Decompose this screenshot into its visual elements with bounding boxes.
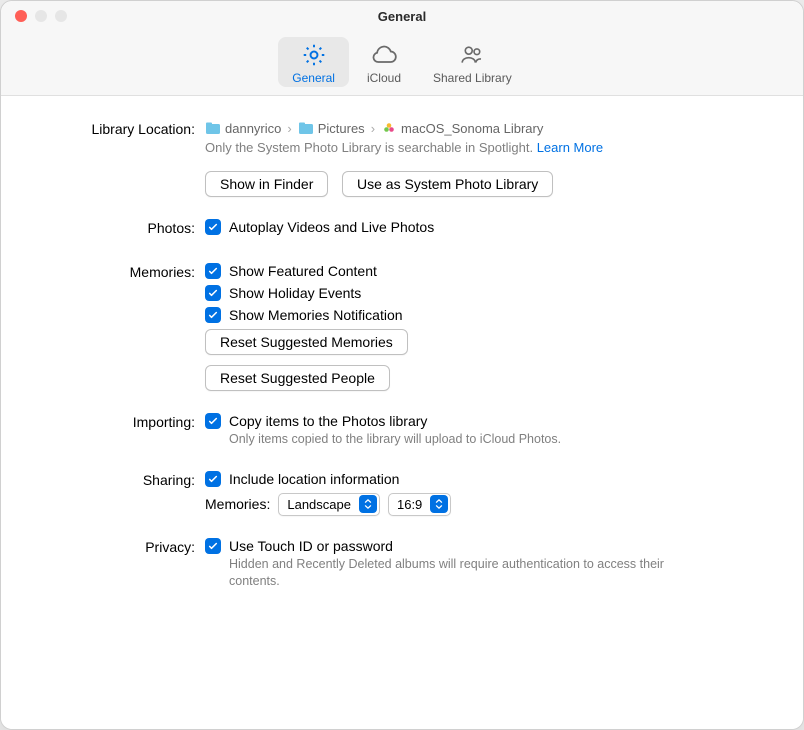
home-folder-icon <box>205 120 221 136</box>
privacy-label: Privacy: <box>37 538 205 591</box>
photos-library-icon <box>381 120 397 136</box>
use-as-system-library-button[interactable]: Use as System Photo Library <box>342 171 553 197</box>
autoplay-label: Autoplay Videos and Live Photos <box>229 219 434 235</box>
chevron-right-icon: › <box>369 121 377 136</box>
privacy-description: Hidden and Recently Deleted albums will … <box>229 556 709 591</box>
importing-label: Importing: <box>37 413 205 449</box>
pictures-folder-icon <box>298 120 314 136</box>
cloud-icon <box>370 41 398 69</box>
minimize-window-button[interactable] <box>35 10 47 22</box>
sharing-memories-label: Memories: <box>205 496 270 512</box>
library-location-label: Library Location: <box>37 120 205 197</box>
breadcrumb-segment-1: Pictures <box>318 121 365 136</box>
section-importing: Importing: Copy items to the Photos libr… <box>37 413 767 449</box>
featured-content-checkbox[interactable] <box>205 263 221 279</box>
copy-items-label: Copy items to the Photos library <box>229 413 427 429</box>
settings-content: Library Location: dannyrico › Pictures › <box>1 96 803 729</box>
close-window-button[interactable] <box>15 10 27 22</box>
copy-items-checkbox[interactable] <box>205 413 221 429</box>
gear-icon <box>300 41 328 69</box>
section-sharing: Sharing: Include location information Me… <box>37 471 767 516</box>
chevron-right-icon: › <box>285 121 293 136</box>
stepper-arrows-icon <box>430 495 448 513</box>
library-location-note: Only the System Photo Library is searcha… <box>205 140 767 155</box>
stepper-arrows-icon <box>359 495 377 513</box>
window-title: General <box>1 9 803 24</box>
zoom-window-button[interactable] <box>55 10 67 22</box>
section-library-location: Library Location: dannyrico › Pictures › <box>37 120 767 197</box>
photos-label: Photos: <box>37 219 205 241</box>
holiday-events-checkbox[interactable] <box>205 285 221 301</box>
featured-content-label: Show Featured Content <box>229 263 377 279</box>
preferences-toolbar: General iCloud Shared Library <box>1 31 803 96</box>
titlebar: General <box>1 1 803 31</box>
holiday-events-label: Show Holiday Events <box>229 285 361 301</box>
breadcrumb-segment-0: dannyrico <box>225 121 281 136</box>
orientation-select-value: Landscape <box>287 497 351 512</box>
importing-description: Only items copied to the library will up… <box>229 431 767 449</box>
memories-label: Memories: <box>37 263 205 391</box>
library-location-note-text: Only the System Photo Library is searcha… <box>205 140 533 155</box>
library-path-breadcrumb[interactable]: dannyrico › Pictures › <box>205 120 767 136</box>
tab-general[interactable]: General <box>278 37 349 87</box>
section-privacy: Privacy: Use Touch ID or password Hidden… <box>37 538 767 591</box>
settings-window: General General iCloud <box>0 0 804 730</box>
aspect-select-value: 16:9 <box>397 497 422 512</box>
include-location-label: Include location information <box>229 471 399 487</box>
tab-shared-library[interactable]: Shared Library <box>419 37 526 87</box>
tab-icloud[interactable]: iCloud <box>349 37 419 87</box>
touch-id-label: Use Touch ID or password <box>229 538 393 554</box>
reset-suggested-people-button[interactable]: Reset Suggested People <box>205 365 390 391</box>
memories-notification-label: Show Memories Notification <box>229 307 403 323</box>
tab-general-label: General <box>292 71 335 85</box>
aspect-select[interactable]: 16:9 <box>388 493 451 516</box>
reset-suggested-memories-button[interactable]: Reset Suggested Memories <box>205 329 408 355</box>
include-location-checkbox[interactable] <box>205 471 221 487</box>
autoplay-checkbox[interactable] <box>205 219 221 235</box>
show-in-finder-button[interactable]: Show in Finder <box>205 171 328 197</box>
memories-notification-checkbox[interactable] <box>205 307 221 323</box>
tab-shared-library-label: Shared Library <box>433 71 512 85</box>
section-memories: Memories: Show Featured Content Show Hol… <box>37 263 767 391</box>
tab-icloud-label: iCloud <box>367 71 401 85</box>
orientation-select[interactable]: Landscape <box>278 493 380 516</box>
sharing-label: Sharing: <box>37 471 205 516</box>
traffic-lights <box>1 10 67 22</box>
people-icon <box>458 41 486 69</box>
breadcrumb-segment-2: macOS_Sonoma Library <box>401 121 543 136</box>
learn-more-link[interactable]: Learn More <box>537 140 603 155</box>
section-photos: Photos: Autoplay Videos and Live Photos <box>37 219 767 241</box>
touch-id-checkbox[interactable] <box>205 538 221 554</box>
